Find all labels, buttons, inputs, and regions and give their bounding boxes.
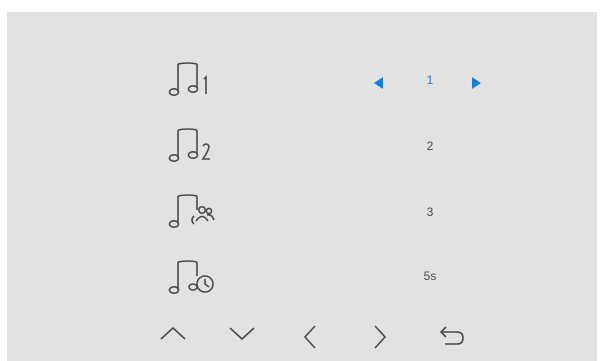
ringtone-2-icon <box>168 128 210 162</box>
left-icon <box>303 325 316 349</box>
right-button[interactable] <box>362 323 398 351</box>
ring-duration-icon <box>168 260 214 294</box>
intercom-ringtone-icon <box>168 194 215 228</box>
ring-duration-value[interactable]: 5s <box>400 269 460 283</box>
ring-duration-row[interactable] <box>166 256 246 300</box>
intercom-ringtone-value[interactable]: 3 <box>400 205 460 219</box>
up-button[interactable] <box>155 323 191 351</box>
ringtone-2-value[interactable]: 2 <box>400 139 460 153</box>
left-button[interactable] <box>292 323 328 351</box>
ringtone-2-row[interactable] <box>166 124 246 168</box>
ringtone-1-value[interactable]: 1 <box>400 73 460 87</box>
back-icon <box>439 326 464 345</box>
ringtone-1-icon <box>168 62 207 96</box>
intercom-ringtone-row[interactable] <box>166 190 246 234</box>
down-button[interactable] <box>224 323 260 351</box>
settings-screen <box>7 12 597 361</box>
right-icon <box>374 325 387 349</box>
up-icon <box>160 326 186 340</box>
ringtone-1-row[interactable] <box>166 58 246 102</box>
down-icon <box>229 327 255 341</box>
back-button[interactable] <box>434 323 470 351</box>
increase-arrow-icon[interactable] <box>472 77 481 89</box>
decrease-arrow-icon[interactable] <box>374 77 383 89</box>
